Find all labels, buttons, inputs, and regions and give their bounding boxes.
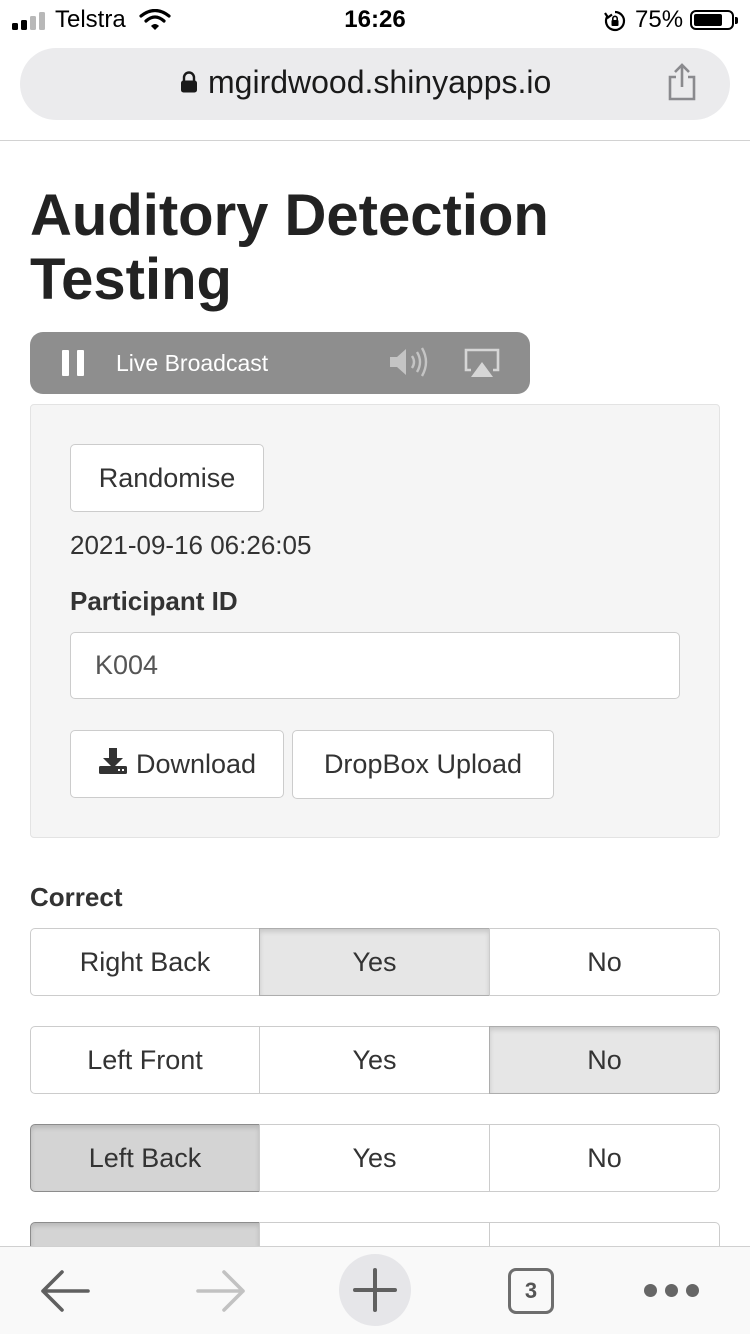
airplay-icon[interactable]: [462, 346, 502, 385]
randomise-button[interactable]: Randomise: [70, 444, 264, 512]
download-label: Download: [135, 748, 257, 779]
status-bar: Telstra 16:26 75%: [0, 0, 750, 40]
correct-row-left-front: Left Front Yes No: [30, 1026, 720, 1094]
segment-location[interactable]: Left Front: [30, 1026, 260, 1094]
battery-percent: 75%: [635, 6, 684, 33]
padlock-icon: [180, 71, 198, 98]
live-broadcast-label: Live Broadcast: [116, 350, 269, 376]
back-arrow-icon[interactable]: [38, 1269, 92, 1318]
divider: [0, 140, 750, 141]
timestamp-text: 2021-09-16 06:26:05: [70, 530, 312, 560]
segment-no[interactable]: No: [489, 928, 720, 996]
correct-row-right-back: Right Back Yes No: [30, 928, 720, 996]
correct-label: Correct: [30, 882, 123, 912]
segment-location[interactable]: Left Back: [30, 1124, 260, 1192]
tabs-icon[interactable]: 3: [508, 1268, 554, 1314]
participant-id-input[interactable]: [70, 632, 680, 699]
address-bar[interactable]: mgirdwood.shinyapps.io: [20, 48, 730, 120]
download-icon: [98, 747, 128, 782]
battery-icon: [690, 10, 738, 30]
share-icon[interactable]: [666, 62, 698, 107]
new-tab-button[interactable]: [339, 1254, 411, 1326]
live-broadcast-bar[interactable]: Live Broadcast: [30, 332, 530, 394]
correct-row-left-back: Left Back Yes No: [30, 1124, 720, 1192]
segment-no[interactable]: No: [489, 1026, 720, 1094]
orientation-lock-icon: [603, 9, 627, 38]
url-text[interactable]: mgirdwood.shinyapps.io: [208, 64, 551, 101]
plus-icon: [353, 1268, 397, 1312]
segment-yes[interactable]: Yes: [259, 1124, 490, 1192]
more-dots-icon[interactable]: [644, 1284, 700, 1298]
speaker-icon[interactable]: [386, 345, 432, 384]
participant-id-label: Participant ID: [70, 586, 238, 616]
download-button[interactable]: Download: [70, 730, 284, 798]
segment-yes[interactable]: Yes: [259, 928, 490, 996]
segment-no[interactable]: No: [489, 1124, 720, 1192]
segment-location[interactable]: Right Back: [30, 928, 260, 996]
dropbox-upload-button[interactable]: DropBox Upload: [292, 730, 554, 799]
page-title: Auditory Detection Testing: [30, 183, 549, 312]
browser-toolbar: 3: [0, 1246, 750, 1334]
segment-yes[interactable]: Yes: [259, 1026, 490, 1094]
forward-arrow-icon[interactable]: [194, 1269, 248, 1318]
pause-icon[interactable]: [62, 350, 84, 376]
